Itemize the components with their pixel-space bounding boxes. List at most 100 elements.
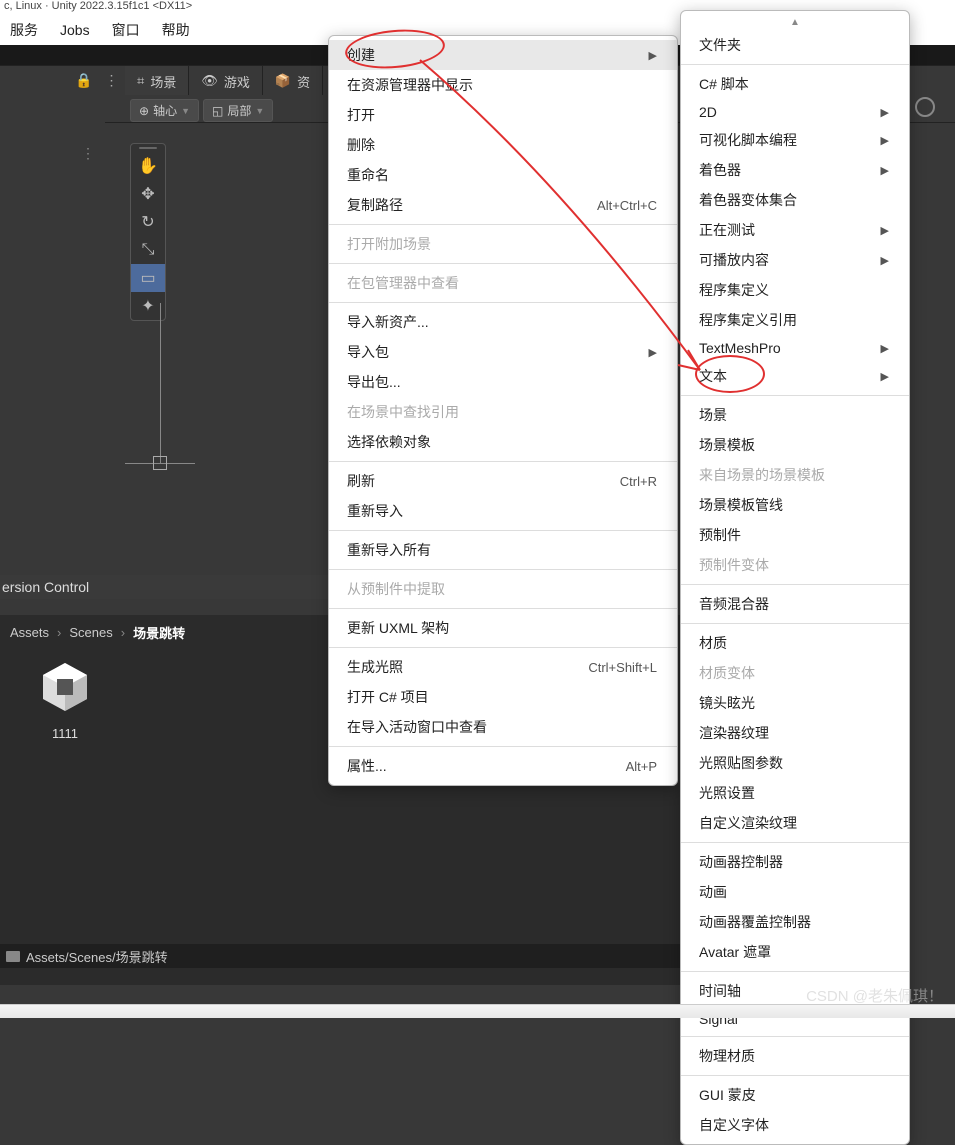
breadcrumb-current[interactable]: 场景跳转	[133, 623, 185, 642]
menu-item[interactable]: 打开 C# 项目	[329, 682, 677, 712]
menu-item[interactable]: 自定义渲染纹理	[681, 808, 909, 838]
asset-item[interactable]: 1111	[25, 655, 105, 741]
menu-item[interactable]: 可播放内容▶	[681, 245, 909, 275]
menu-item[interactable]: 动画器控制器	[681, 847, 909, 877]
tab-scene[interactable]: ⌗ 场景	[125, 66, 189, 96]
menu-item-label: 预制件变体	[699, 555, 769, 575]
menu-item-label: 属性...	[347, 756, 387, 776]
menu-item[interactable]: 重新导入所有	[329, 535, 677, 565]
menu-item[interactable]: 属性... Alt+P	[329, 751, 677, 781]
menu-item[interactable]: 创建▶	[329, 40, 677, 70]
menu-item[interactable]: 可视化脚本编程▶	[681, 125, 909, 155]
scene-view[interactable]: ✋ ✥ ↻ ⤡ ▭ ✦	[115, 123, 335, 573]
menu-item[interactable]: 场景模板管线	[681, 490, 909, 520]
menu-item-label: 来自场景的场景模板	[699, 465, 825, 485]
menu-item[interactable]: 程序集定义	[681, 275, 909, 305]
menu-item-label: 重命名	[347, 165, 389, 185]
menu-item[interactable]: 渲染器纹理	[681, 718, 909, 748]
menu-item-label: 动画器控制器	[699, 852, 783, 872]
rotate-tool[interactable]: ↻	[131, 208, 165, 236]
tab-game-label: 游戏	[224, 72, 250, 91]
menu-item[interactable]: 选择依赖对象	[329, 427, 677, 457]
menu-item[interactable]: 文本▶	[681, 361, 909, 391]
pivot-center-button[interactable]: ⊕ 轴心 ▼	[130, 99, 199, 122]
shading-mode-icon[interactable]	[915, 97, 935, 117]
menu-item[interactable]: 物理材质	[681, 1041, 909, 1071]
menu-item-label: 可视化脚本编程	[699, 130, 797, 150]
menu-item-label: 自定义渲染纹理	[699, 813, 797, 833]
menu-item-label: 文件夹	[699, 35, 741, 55]
menu-item[interactable]: 导入新资产...	[329, 307, 677, 337]
version-control-tab[interactable]: ersion Control	[0, 575, 330, 599]
menu-item[interactable]: 动画	[681, 877, 909, 907]
breadcrumb-scenes[interactable]: Scenes	[69, 625, 112, 640]
menu-item[interactable]: 刷新Ctrl+R	[329, 466, 677, 496]
gizmo-handle[interactable]	[153, 456, 167, 470]
menu-item[interactable]: 更新 UXML 架构	[329, 613, 677, 643]
menu-item[interactable]: 在导入活动窗口中查看	[329, 712, 677, 742]
rect-tool[interactable]: ▭	[131, 264, 165, 292]
menu-item[interactable]: 场景	[681, 400, 909, 430]
menu-item[interactable]: 着色器变体集合	[681, 185, 909, 215]
move-tool[interactable]: ✥	[131, 180, 165, 208]
scroll-up-arrow[interactable]: ▲	[681, 15, 909, 30]
menu-item[interactable]: 程序集定义引用	[681, 305, 909, 335]
hand-tool[interactable]: ✋	[131, 152, 165, 180]
breadcrumb-assets[interactable]: Assets	[10, 625, 49, 640]
pivot-center-label: 轴心	[153, 102, 177, 119]
menu-services[interactable]: 服务	[10, 20, 38, 40]
menu-item[interactable]: 正在测试▶	[681, 215, 909, 245]
panel-menu-icon[interactable]: ⋮	[81, 145, 95, 162]
menu-item[interactable]: 导出包...	[329, 367, 677, 397]
menu-window[interactable]: 窗口	[112, 20, 140, 40]
menu-shortcut: Alt+P	[626, 759, 657, 774]
menu-item-label: 音频混合器	[699, 594, 769, 614]
breadcrumb-sep: ›	[57, 625, 61, 640]
menu-item[interactable]: 光照设置	[681, 778, 909, 808]
menu-item-label: TextMeshPro	[699, 340, 781, 356]
menu-item[interactable]: 动画器覆盖控制器	[681, 907, 909, 937]
gizmo-axis-y	[160, 303, 161, 463]
menu-item[interactable]: 材质	[681, 628, 909, 658]
menu-item: 打开附加场景	[329, 229, 677, 259]
menu-item[interactable]: 复制路径Alt+Ctrl+C	[329, 190, 677, 220]
menu-item[interactable]: C# 脚本	[681, 69, 909, 99]
lock-icon[interactable]: 🔒	[75, 72, 92, 89]
menu-item[interactable]: Avatar 遮罩	[681, 937, 909, 967]
menu-item[interactable]: 音频混合器	[681, 589, 909, 619]
menu-item[interactable]: 着色器▶	[681, 155, 909, 185]
menu-item[interactable]: 镜头眩光	[681, 688, 909, 718]
menu-item[interactable]: 导入包▶	[329, 337, 677, 367]
menu-item[interactable]: 删除	[329, 130, 677, 160]
menu-item[interactable]: 自定义字体	[681, 1110, 909, 1140]
menu-item[interactable]: 重命名	[329, 160, 677, 190]
menu-item[interactable]: 预制件	[681, 520, 909, 550]
tab-asset[interactable]: 📦 资	[263, 66, 323, 96]
menu-item[interactable]: 在资源管理器中显示	[329, 70, 677, 100]
scale-tool[interactable]: ⤡	[131, 236, 165, 264]
menu-item[interactable]: 打开	[329, 100, 677, 130]
menu-separator	[681, 623, 909, 624]
palette-drag-handle[interactable]	[131, 144, 165, 152]
menu-item[interactable]: 2D▶	[681, 99, 909, 125]
pivot-local-button[interactable]: ◱ 局部 ▼	[203, 99, 273, 122]
menu-item-label: 着色器	[699, 160, 741, 180]
status-path: Assets/Scenes/场景跳转	[26, 947, 168, 966]
chevron-down-icon: ▼	[255, 106, 264, 116]
menu-item-label: 场景模板	[699, 435, 755, 455]
more-icon[interactable]: ⋮	[104, 72, 118, 89]
menu-separator	[681, 64, 909, 65]
menu-item[interactable]: GUI 蒙皮	[681, 1080, 909, 1110]
menu-item[interactable]: 文件夹	[681, 30, 909, 60]
tab-asset-label: 资	[297, 72, 310, 91]
menu-jobs[interactable]: Jobs	[60, 22, 90, 38]
tab-game[interactable]: 👁 游戏	[189, 66, 263, 96]
menu-help[interactable]: 帮助	[162, 20, 190, 40]
hierarchy-margin: ⋮	[0, 95, 105, 575]
menu-item[interactable]: 场景模板	[681, 430, 909, 460]
menu-item[interactable]: TextMeshPro▶	[681, 335, 909, 361]
menu-item[interactable]: 生成光照Ctrl+Shift+L	[329, 652, 677, 682]
menu-item-label: 光照设置	[699, 783, 755, 803]
menu-item[interactable]: 光照贴图参数	[681, 748, 909, 778]
menu-item[interactable]: 重新导入	[329, 496, 677, 526]
